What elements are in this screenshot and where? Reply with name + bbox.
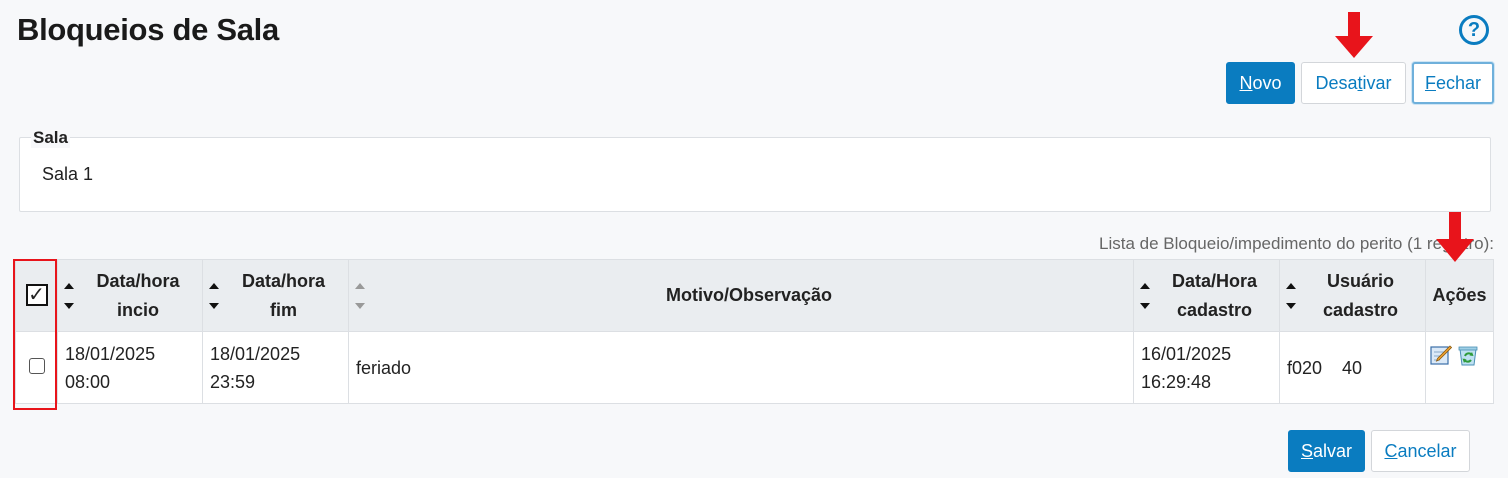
new-button[interactable]: Novo: [1226, 62, 1295, 104]
sort-icon[interactable]: [1140, 281, 1150, 311]
sort-icon[interactable]: [1286, 281, 1296, 311]
deactivate-button-label: Desativar: [1315, 72, 1392, 93]
page-title: Bloqueios de Sala: [17, 12, 279, 47]
sala-fieldset: [19, 137, 1491, 212]
cancel-button-label: Cancelar: [1384, 440, 1457, 461]
annotation-arrow-icon: [1436, 212, 1474, 262]
blocks-table: ✓ Data/hora incio Data/hora fim Motivo/Obs…: [15, 259, 1494, 404]
cell-reason: feriado: [348, 331, 1134, 404]
column-header-actions: Ações: [1425, 259, 1494, 332]
close-button[interactable]: Fechar: [1412, 62, 1494, 104]
column-header-end[interactable]: Data/hora fim: [202, 259, 349, 332]
list-caption: Lista de Bloqueio/impedimento do perito …: [1099, 234, 1494, 253]
cell-created: 16/01/2025 16:29:48: [1133, 331, 1280, 404]
column-header-user[interactable]: Usuário cadastro: [1279, 259, 1426, 332]
table-row: 18/01/2025 08:00 18/01/2025 23:59 feriado …: [15, 331, 1494, 404]
column-header-created[interactable]: Data/Hora cadastro: [1133, 259, 1280, 332]
edit-icon[interactable]: [1430, 344, 1453, 366]
sort-icon[interactable]: [209, 281, 219, 311]
close-button-label: Fechar: [1424, 72, 1482, 93]
cell-actions: [1425, 331, 1494, 404]
new-button-label: Novo: [1239, 72, 1282, 93]
cell-end: 18/01/2025 23:59: [202, 331, 349, 404]
save-button[interactable]: Salvar: [1288, 430, 1365, 472]
sala-legend: Sala: [31, 128, 70, 148]
annotation-highlight-box: [13, 259, 57, 410]
table-header-row: ✓ Data/hora incio Data/hora fim Motivo/Obs…: [15, 259, 1494, 332]
cell-start: 18/01/2025 08:00: [57, 331, 203, 404]
annotation-arrow-icon: [1335, 12, 1373, 58]
help-icon[interactable]: ?: [1459, 15, 1489, 45]
sort-icon[interactable]: [64, 281, 74, 311]
deactivate-button[interactable]: Desativar: [1301, 62, 1406, 104]
sort-icon[interactable]: [355, 281, 365, 311]
column-header-start[interactable]: Data/hora incio: [57, 259, 203, 332]
column-header-reason[interactable]: Motivo/Observação: [348, 259, 1134, 332]
sala-value: Sala 1: [42, 164, 94, 184]
save-button-label: Salvar: [1300, 440, 1353, 461]
cancel-button[interactable]: Cancelar: [1371, 430, 1470, 472]
recycle-icon[interactable]: [1457, 344, 1479, 366]
cell-user: f020 40: [1279, 331, 1426, 404]
